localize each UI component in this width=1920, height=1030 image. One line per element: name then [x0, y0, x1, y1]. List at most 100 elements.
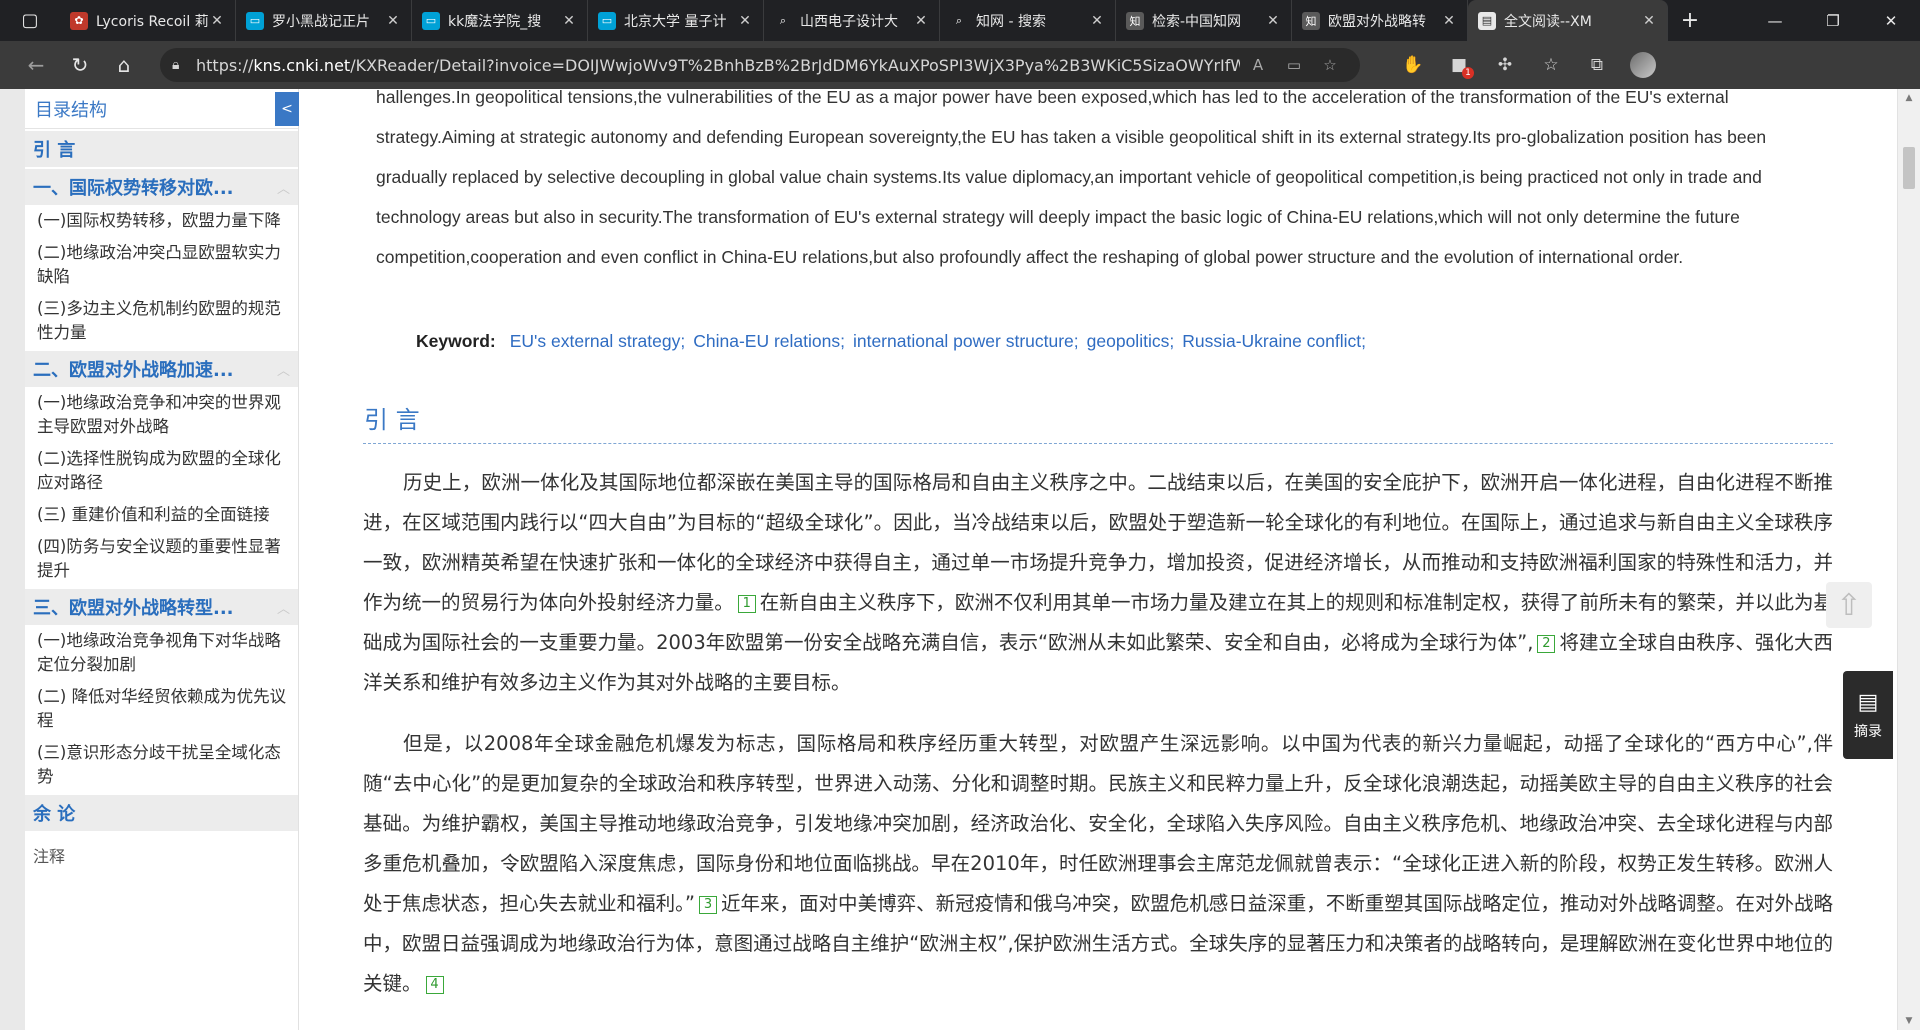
footnote-ref-1[interactable]: 1	[737, 595, 756, 613]
tab-favicon-icon: ✿	[70, 11, 88, 30]
toc-section[interactable]: 三、欧盟对外战略转型... ︿	[25, 589, 298, 625]
tab-close-icon[interactable]: ✕	[1641, 13, 1657, 29]
paragraph-2-text-a: 但是，以2008年全球金融危机爆发为标志，国际格局和秩序经历重大转型，对欧盟产生…	[363, 732, 1833, 915]
toc-item[interactable]: (一)国际权势转移，欧盟力量下降	[25, 205, 298, 237]
extension-badge-icon[interactable]: ■ 1	[1436, 47, 1482, 83]
new-tab-button[interactable]: +	[1668, 0, 1712, 41]
toc-item[interactable]: (四)防务与安全议题的重要性显著提升	[25, 531, 298, 587]
tab-close-icon[interactable]: ✕	[1441, 13, 1457, 29]
browser-tab-strip: ▢ ✿ Lycoris Recoil 莉 ✕ ▭ 罗小黑战记正片 ✕ ▭ kk魔法学院_搜 ✕ ▭…	[0, 0, 1920, 41]
scroll-up-arrow[interactable]: ▲	[1898, 89, 1920, 107]
tab-favicon-icon: ⌕	[950, 11, 968, 30]
address-bar[interactable]: 🔒︎ https://kns.cnki.net/KXReader/Detail?…	[160, 48, 1360, 82]
lock-icon[interactable]: 🔒︎	[172, 57, 196, 73]
tab-favicon-icon: ⌕	[774, 11, 792, 30]
footnote-ref-4[interactable]: 4	[425, 976, 444, 994]
chevron-up-icon[interactable]: ︿	[277, 598, 290, 617]
browser-tab[interactable]: ⌕ 山西电子设计大 ✕	[764, 0, 940, 41]
browser-tab[interactable]: ▭ 罗小黑战记正片 ✕	[236, 0, 412, 41]
toc-item[interactable]: (三) 重建价值和利益的全面链接	[25, 499, 298, 531]
tab-label: 全文阅读--XM	[1504, 13, 1592, 30]
vertical-scrollbar[interactable]: ▲ ▼	[1897, 89, 1920, 1030]
tab-close-icon[interactable]: ✕	[385, 13, 401, 29]
collapse-toc-button[interactable]: <	[275, 92, 299, 126]
tab-actions-icon[interactable]: ▢	[0, 0, 60, 41]
keyword-link[interactable]: Russia-Ukraine conflict;	[1182, 331, 1366, 351]
toc-section[interactable]: 二、欧盟对外战略加速... ︿	[25, 351, 298, 387]
url-text[interactable]: https://kns.cnki.net/KXReader/Detail?inv…	[196, 56, 1240, 75]
read-aloud-icon[interactable]: A	[1240, 56, 1276, 74]
extensions-puzzle-icon[interactable]: ✣	[1482, 47, 1528, 83]
chevron-up-icon[interactable]: ︿	[277, 360, 290, 379]
toc-item[interactable]: (二)选择性脱钩成为欧盟的全球化应对路径	[25, 443, 298, 499]
keyword-link[interactable]: EU's external strategy;	[510, 331, 686, 351]
toc-section[interactable]: 引 言	[25, 131, 298, 167]
tab-close-icon[interactable]: ✕	[1265, 13, 1281, 29]
footnote-ref-3[interactable]: 3	[699, 896, 717, 914]
tab-favicon-icon: ▭	[598, 11, 616, 30]
toc-section-title: 二、欧盟对外战略加速...	[33, 360, 234, 381]
toc-item[interactable]: (三)多边主义危机制约欧盟的规范性力量	[25, 293, 298, 349]
back-to-top-button[interactable]: ⇧	[1826, 582, 1872, 628]
collections-icon[interactable]: ⧉	[1574, 47, 1620, 83]
tab-favicon-icon: 知	[1126, 11, 1144, 30]
scrollbar-thumb[interactable]	[1903, 147, 1915, 189]
tab-favicon-icon: ▭	[246, 11, 264, 30]
address-toolbar: ← ↻ ⌂ 🔒︎ https://kns.cnki.net/KXReader/D…	[0, 41, 1920, 89]
toc-notes-link[interactable]: 注释	[25, 831, 298, 879]
tab-close-icon[interactable]: ✕	[1089, 13, 1105, 29]
tab-close-icon[interactable]: ✕	[561, 13, 577, 29]
tab-label: kk魔法学院_搜	[448, 13, 542, 30]
restore-button[interactable]: ❐	[1804, 0, 1862, 41]
toc-sidebar: 目录结构 引 言一、国际权势转移对欧... ︿ (一)国际权势转移，欧盟力量下降 (二…	[25, 89, 299, 1030]
toc-item[interactable]: (一)地缘政治竞争视角下对华战略定位分裂加剧	[25, 625, 298, 681]
excerpt-label: 摘录	[1854, 723, 1882, 740]
tab-label: 山西电子设计大	[800, 13, 898, 30]
toc-item[interactable]: (二)地缘政治冲突凸显欧盟软实力缺陷	[25, 237, 298, 293]
favorite-star-icon[interactable]: ☆	[1312, 56, 1348, 74]
window-controls: — ❐ ✕	[1746, 0, 1920, 41]
toc-section-title: 引 言	[33, 140, 76, 161]
back-button[interactable]: ←	[14, 47, 58, 83]
toc-item[interactable]: (一)地缘政治竞争和冲突的世界观主导欧盟对外战略	[25, 387, 298, 443]
refresh-button[interactable]: ↻	[58, 47, 102, 83]
keyword-link[interactable]: China-EU relations;	[693, 331, 845, 351]
paragraph-1: 历史上，欧洲一体化及其国际地位都深嵌在美国主导的国际格局和自由主义秩序之中。二战…	[363, 463, 1833, 703]
footnote-ref-2[interactable]: 2	[1537, 635, 1556, 653]
tab-label: Lycoris Recoil 莉	[96, 13, 209, 30]
browser-tab[interactable]: 知欧盟对外战略转 ✕	[1292, 0, 1468, 41]
keyword-link[interactable]: international power structure;	[853, 331, 1079, 351]
excerpt-button[interactable]: ▤ 摘录	[1843, 671, 1893, 759]
tab-favicon-icon: ▭	[422, 11, 440, 30]
tab-close-icon[interactable]: ✕	[913, 13, 929, 29]
close-window-button[interactable]: ✕	[1862, 0, 1920, 41]
keyword-list: EU's external strategy; China-EU relation…	[510, 331, 1374, 352]
browser-tab[interactable]: ▤ 全文阅读--XM ✕	[1468, 0, 1668, 41]
document-icon: ▤	[1857, 689, 1879, 715]
toc-section-title: 三、欧盟对外战略转型...	[33, 598, 234, 619]
home-button[interactable]: ⌂	[102, 47, 146, 83]
toc-section[interactable]: 余 论	[25, 795, 298, 831]
browser-tab[interactable]: ⌕ 知网 - 搜索 ✕	[940, 0, 1116, 41]
browser-tab[interactable]: ▭ 北京大学 量子计 ✕	[588, 0, 764, 41]
toc-section-title: 一、国际权势转移对欧...	[33, 178, 234, 199]
browser-tab[interactable]: 知检索-中国知网 ✕	[1116, 0, 1292, 41]
tab-close-icon[interactable]: ✕	[737, 13, 753, 29]
scroll-down-arrow[interactable]: ▼	[1898, 1012, 1920, 1030]
minimize-button[interactable]: —	[1746, 0, 1804, 41]
tab-close-icon[interactable]: ✕	[209, 13, 225, 29]
keyword-link[interactable]: geopolitics;	[1087, 331, 1175, 351]
toc-section[interactable]: 一、国际权势转移对欧... ︿	[25, 169, 298, 205]
favorites-icon[interactable]: ☆	[1528, 47, 1574, 83]
extension-hand-icon[interactable]: ✋	[1390, 47, 1436, 83]
browser-tab[interactable]: ✿ Lycoris Recoil 莉 ✕	[60, 0, 236, 41]
browser-tab[interactable]: ▭ kk魔法学院_搜 ✕	[412, 0, 588, 41]
immersive-reader-icon[interactable]: ▭	[1276, 56, 1312, 74]
chevron-up-icon[interactable]: ︿	[277, 178, 290, 197]
toc-item[interactable]: (二) 降低对华经贸依赖成为优先议程	[25, 681, 298, 737]
toc-title: 目录结构	[25, 89, 298, 129]
toc-section-title: 余 论	[33, 804, 76, 825]
profile-avatar[interactable]	[1620, 47, 1666, 83]
english-abstract: hallenges.In geopolitical tensions,the v…	[376, 89, 1767, 267]
toc-item[interactable]: (三)意识形态分歧干扰呈全域化态势	[25, 737, 298, 793]
